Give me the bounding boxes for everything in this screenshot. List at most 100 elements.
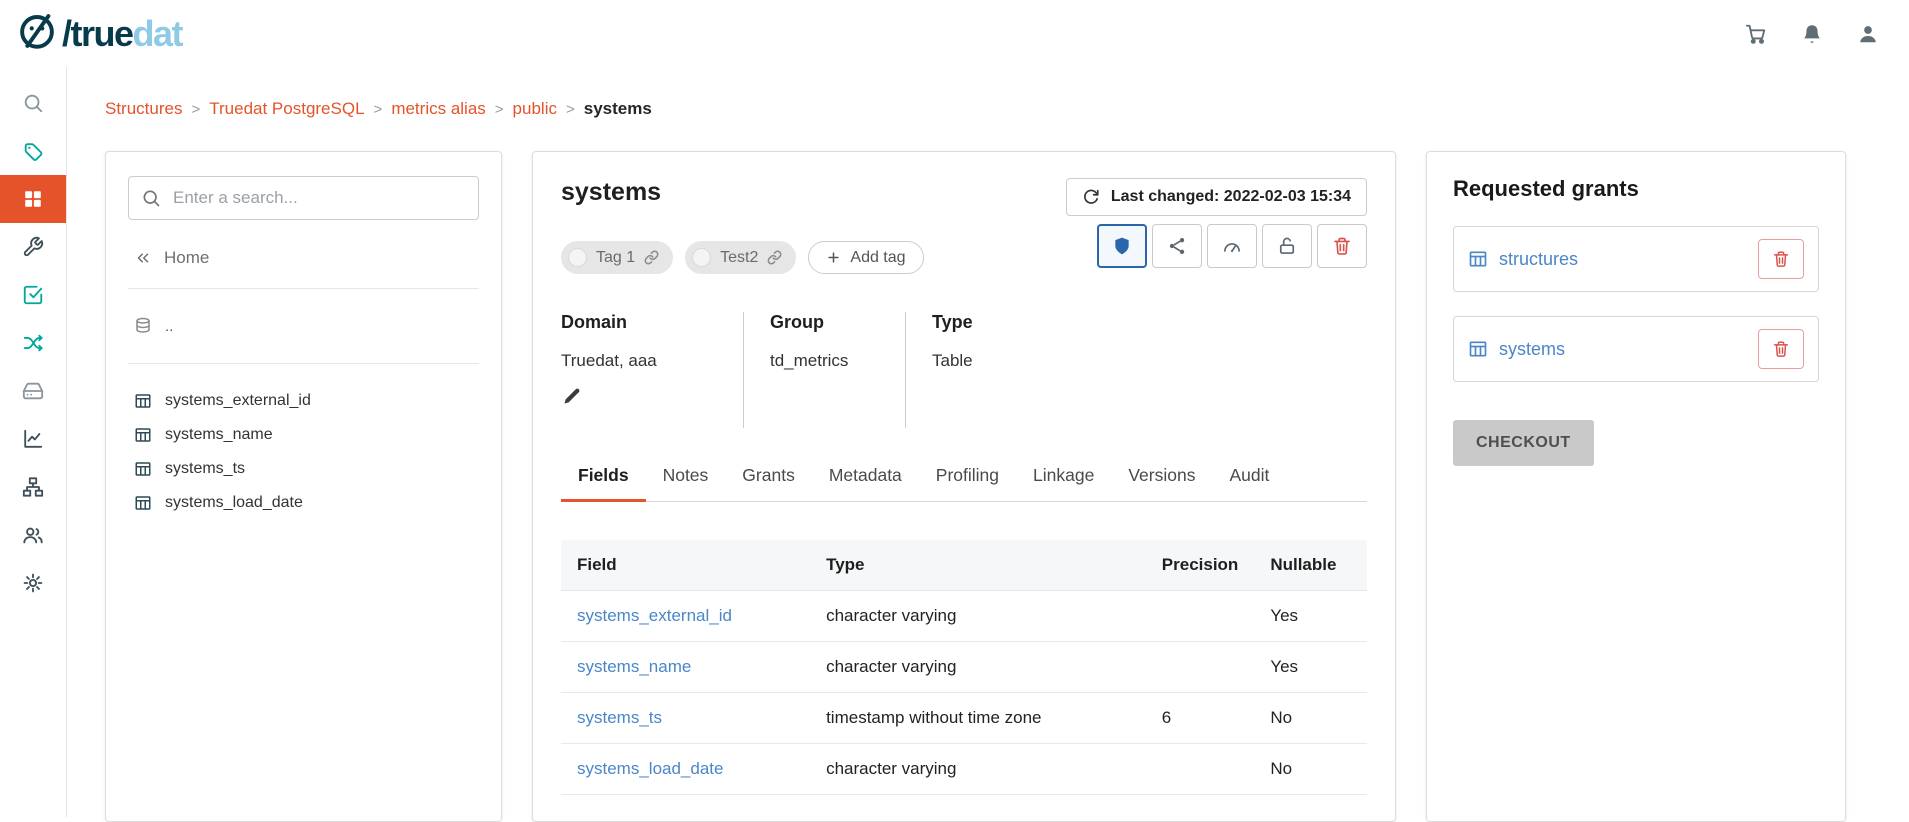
sidebar-item-lineage[interactable]: [0, 463, 66, 511]
logo-wordmark: /truedat: [62, 16, 182, 52]
table-row: systems_external_id character varying Ye…: [561, 591, 1367, 642]
sidebar-item-settings[interactable]: [0, 559, 66, 607]
field-precision: 6: [1146, 693, 1255, 744]
sidebar-item-search[interactable]: [0, 79, 66, 127]
tab-notes[interactable]: Notes: [646, 452, 726, 502]
tree-field-label: systems_name: [165, 426, 273, 444]
tree-field-item[interactable]: systems_external_id: [128, 384, 479, 418]
breadcrumb-link-structures[interactable]: Structures: [105, 99, 182, 119]
grant-link-systems[interactable]: systems: [1468, 339, 1565, 360]
hard-drive-icon: [22, 380, 44, 402]
breadcrumb-link-system[interactable]: Truedat PostgreSQL: [209, 99, 364, 119]
tag-pill[interactable]: Tag 1: [561, 241, 673, 274]
search-icon: [22, 92, 44, 114]
notifications-button[interactable]: [1801, 23, 1823, 45]
sidebar-item-quality[interactable]: [0, 271, 66, 319]
sidebar-item-catalog[interactable]: [0, 175, 66, 223]
tab-audit[interactable]: Audit: [1212, 452, 1286, 502]
field-link[interactable]: systems_external_id: [577, 606, 732, 625]
sidebar-item-admin-tools[interactable]: [0, 223, 66, 271]
tab-profiling[interactable]: Profiling: [919, 452, 1016, 502]
field-nullable: No: [1254, 693, 1367, 744]
tag-dot: [692, 248, 711, 267]
sidebar-item-storage[interactable]: [0, 367, 66, 415]
field-type: timestamp without time zone: [810, 693, 1146, 744]
sidebar-item-analytics[interactable]: [0, 415, 66, 463]
field-nullable: Yes: [1254, 591, 1367, 642]
table-icon: [1468, 339, 1488, 359]
share-icon: [1167, 236, 1187, 256]
tag-dot: [568, 248, 587, 267]
table-header-row: Field Type Precision Nullable: [561, 540, 1367, 591]
column-header-type: Type: [810, 540, 1146, 591]
tab-grants[interactable]: Grants: [725, 452, 812, 502]
tag-label: Test2: [720, 249, 758, 267]
tab-linkage[interactable]: Linkage: [1016, 452, 1111, 502]
sidebar-item-relations[interactable]: [0, 319, 66, 367]
link-icon[interactable]: [767, 250, 782, 265]
link-icon[interactable]: [644, 250, 659, 265]
search-input[interactable]: [128, 176, 479, 220]
field-precision: [1146, 591, 1255, 642]
trash-icon: [1772, 340, 1790, 358]
requested-grants-panel: Requested grants structures: [1426, 151, 1846, 822]
add-tag-button[interactable]: Add tag: [808, 241, 923, 274]
action-buttons: [1097, 224, 1367, 268]
cart-button[interactable]: [1745, 23, 1767, 45]
tree-home-button[interactable]: Home: [134, 248, 209, 268]
tab-fields[interactable]: Fields: [561, 452, 646, 502]
sidebar-item-groups[interactable]: [0, 511, 66, 559]
divider: [128, 363, 479, 364]
trash-icon: [1772, 250, 1790, 268]
app-logo[interactable]: /truedat: [16, 10, 182, 57]
tree-field-label: systems_ts: [165, 460, 245, 478]
field-link[interactable]: systems_name: [577, 657, 691, 676]
table-column-icon: [134, 494, 152, 512]
share-button[interactable]: [1152, 224, 1202, 268]
chart-icon: [22, 428, 44, 450]
plus-icon: [826, 250, 841, 265]
sidebar: [0, 67, 67, 817]
remove-grant-button[interactable]: [1758, 239, 1804, 279]
table-row: systems_name character varying Yes: [561, 642, 1367, 693]
tab-versions[interactable]: Versions: [1111, 452, 1212, 502]
tree-parent-item[interactable]: ..: [128, 309, 479, 343]
grid-icon: [22, 188, 44, 210]
sidebar-item-tags[interactable]: [0, 127, 66, 175]
tree-field-item[interactable]: systems_name: [128, 418, 479, 452]
tree-field-item[interactable]: systems_load_date: [128, 486, 479, 520]
profiling-button[interactable]: [1207, 224, 1257, 268]
breadcrumb-separator: >: [374, 101, 383, 118]
breadcrumb-link-database[interactable]: metrics alias: [391, 99, 485, 119]
field-precision: [1146, 744, 1255, 795]
tag-label: Tag 1: [596, 249, 635, 267]
tree-search: [128, 176, 479, 220]
grant-link-structures[interactable]: structures: [1468, 249, 1578, 270]
chevrons-left-icon: [134, 249, 152, 267]
remove-grant-button[interactable]: [1758, 329, 1804, 369]
edit-domain-button[interactable]: [561, 385, 583, 407]
field-precision: [1146, 642, 1255, 693]
tree-field-item[interactable]: systems_ts: [128, 452, 479, 486]
tab-metadata[interactable]: Metadata: [812, 452, 919, 502]
field-link[interactable]: systems_ts: [577, 708, 662, 727]
structure-detail-panel: systems Tag 1 Test2: [532, 151, 1396, 822]
bell-icon: [1801, 23, 1823, 45]
delete-structure-button[interactable]: [1317, 224, 1367, 268]
breadcrumb-separator: >: [191, 101, 200, 118]
unlock-button[interactable]: [1262, 224, 1312, 268]
breadcrumb-link-schema[interactable]: public: [513, 99, 557, 119]
check-square-icon: [22, 284, 44, 306]
table-row: systems_ts timestamp without time zone 6…: [561, 693, 1367, 744]
protect-button[interactable]: [1097, 224, 1147, 268]
pencil-icon: [563, 387, 581, 405]
user-menu-button[interactable]: [1857, 23, 1879, 45]
fields-table: Field Type Precision Nullable systems_ex…: [561, 540, 1367, 795]
refresh-button[interactable]: [1082, 188, 1100, 206]
checkout-button[interactable]: CHECKOUT: [1453, 420, 1594, 466]
field-link[interactable]: systems_load_date: [577, 759, 723, 778]
tag-pill[interactable]: Test2: [685, 241, 796, 274]
field-nullable: Yes: [1254, 642, 1367, 693]
divider: [128, 288, 479, 289]
table-column-icon: [134, 392, 152, 410]
